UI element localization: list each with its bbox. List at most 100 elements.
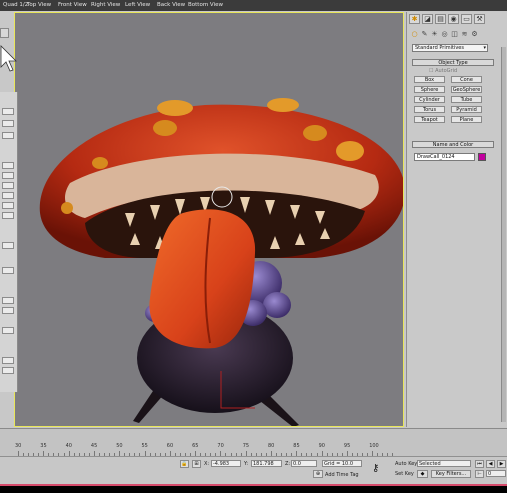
z-coord-field[interactable]: 0.0 [291, 460, 317, 467]
geometry-icon[interactable]: ○ [410, 30, 419, 39]
time-tag-icon[interactable]: ⊕ [313, 470, 323, 478]
floating-panel-stub[interactable] [0, 28, 9, 38]
timeline-tick-label: 30 [15, 443, 22, 449]
sphere-button[interactable]: Sphere [414, 86, 445, 93]
autogrid-label: AutoGrid [435, 68, 458, 74]
toolbar-button[interactable] [2, 182, 14, 189]
key-filters-button[interactable]: Key Filters... [431, 470, 471, 478]
mouse-cursor-icon [0, 45, 17, 72]
timeline-tick-label: 85 [293, 443, 300, 449]
geosphere-button[interactable]: GeoSphere [451, 86, 482, 93]
toolbar-button[interactable] [2, 132, 14, 139]
toolbar-button[interactable] [2, 242, 14, 249]
toolbar-button[interactable] [2, 367, 14, 374]
cameras-icon[interactable]: ◎ [440, 30, 449, 39]
create-tab-icon[interactable]: ✱ [409, 14, 420, 24]
toolbar-button[interactable] [2, 307, 14, 314]
spacewarps-icon[interactable]: ≋ [460, 30, 469, 39]
timeline-tick-label: 65 [192, 443, 199, 449]
menu-item-quad[interactable]: Quad 1/2 [3, 2, 28, 8]
timeline-tick-label: 40 [65, 443, 72, 449]
previous-frame-icon[interactable]: ◀ [486, 460, 495, 468]
cone-button[interactable]: Cone [451, 76, 482, 83]
menu-item-right-view[interactable]: Right View [91, 2, 120, 8]
shapes-icon[interactable]: ✎ [420, 30, 429, 39]
x-coord-label: X: [204, 461, 210, 467]
grid-size-display: Grid = 10.0 [322, 460, 362, 467]
object-color-swatch[interactable] [478, 153, 486, 161]
utilities-tab-icon[interactable]: ⚒ [474, 14, 485, 24]
toolbar-button[interactable] [2, 120, 14, 127]
play-icon[interactable]: ▶ [497, 460, 506, 468]
name-and-color-rollout-header[interactable]: Name and Color [412, 141, 494, 148]
systems-icon[interactable]: ⚙ [470, 30, 479, 39]
lights-icon[interactable]: ☀ [430, 30, 439, 39]
toolbar-button[interactable] [2, 327, 14, 334]
timeline-tick-label: 95 [343, 443, 351, 449]
viewport-menubar: Quad 1/2 Top View Front View Right View … [0, 0, 507, 11]
key-mode-icon[interactable]: ⊢ [475, 470, 484, 478]
z-coord-label: Z: [285, 461, 291, 467]
autogrid-checkbox[interactable]: ☐ AutoGrid [429, 68, 457, 74]
timeline-tick-label: 50 [116, 443, 123, 449]
plane-button[interactable]: Plane [451, 116, 482, 123]
motion-tab-icon[interactable]: ◉ [448, 14, 459, 24]
timeline-tick-label: 55 [141, 443, 148, 449]
cylinder-button[interactable]: Cylinder [414, 96, 445, 103]
toolbar-button[interactable] [2, 192, 14, 199]
object-type-rollout-header[interactable]: Object Type [412, 59, 494, 66]
toolbar-button[interactable] [2, 108, 14, 115]
mushroom-model-render [39, 98, 403, 426]
key-icon[interactable]: ⚷ [372, 463, 379, 474]
menu-item-back-view[interactable]: Back View [157, 2, 185, 8]
display-tab-icon[interactable]: ▭ [461, 14, 472, 24]
object-name-field[interactable]: DrawCall_0124 [414, 153, 475, 161]
timeline-tick-label: 70 [217, 443, 224, 449]
teapot-button[interactable]: Teapot [414, 116, 445, 123]
pyramid-button[interactable]: Pyramid [451, 106, 482, 113]
perspective-viewport[interactable] [14, 12, 404, 427]
toolbar-button[interactable] [2, 172, 14, 179]
timeline-tick-label: 60 [166, 443, 174, 449]
bottom-border [0, 484, 507, 493]
timeline-track[interactable]: 30 35 40 45 50 55 60 65 70 75 80 85 90 95 100 [0, 428, 507, 456]
modify-tab-icon[interactable]: ◪ [422, 14, 433, 24]
menu-item-top-view[interactable]: Top View [27, 2, 51, 8]
y-coord-field[interactable]: 181.798 [251, 460, 282, 467]
set-key-button[interactable]: Set Key [395, 471, 414, 477]
selection-set-value: Selected [419, 461, 441, 467]
go-to-start-icon[interactable]: ⏮ [475, 460, 484, 468]
primitive-type-dropdown[interactable]: Standard Primitives ▾ [412, 44, 488, 52]
toolbar-button[interactable] [2, 297, 14, 304]
timeline-tick-label: 75 [242, 443, 250, 449]
dropdown-value: Standard Primitives [415, 45, 464, 51]
timeline-tick-label: 35 [40, 443, 47, 449]
absolute-mode-icon[interactable]: ⊞ [192, 460, 201, 468]
tube-button[interactable]: Tube [451, 96, 482, 103]
toolbar-button[interactable] [2, 202, 14, 209]
auto-key-button[interactable]: Auto Key [395, 461, 417, 467]
toolbar-button[interactable] [2, 162, 14, 169]
torus-button[interactable]: Torus [414, 106, 445, 113]
timeline-tick-label: 80 [268, 443, 275, 449]
status-bar: 🔒 ⊞ X: -4.983 Y: 181.798 Z: 0.0 Grid = 1… [0, 456, 507, 484]
x-coord-field[interactable]: -4.983 [211, 460, 241, 467]
cap-spot [157, 100, 193, 116]
set-keys-icon[interactable]: ◆ [417, 470, 428, 478]
selection-set-dropdown[interactable]: Selected [417, 460, 471, 467]
chevron-down-icon: ▾ [483, 45, 486, 51]
helpers-icon[interactable]: ◫ [450, 30, 459, 39]
menu-item-left-view[interactable]: Left View [125, 2, 150, 8]
menu-item-bottom-view[interactable]: Bottom View [188, 2, 223, 8]
menu-item-front-view[interactable]: Front View [58, 2, 87, 8]
add-time-tag-button[interactable]: Add Time Tag [325, 472, 359, 478]
hierarchy-tab-icon[interactable]: ▤ [435, 14, 446, 24]
toolbar-button[interactable] [2, 357, 14, 364]
box-button[interactable]: Box [414, 76, 445, 83]
timeline-tick-label: 90 [318, 443, 325, 449]
lock-icon[interactable]: 🔒 [180, 460, 189, 468]
toolbar-button[interactable] [2, 212, 14, 219]
current-frame-field[interactable]: 0 [486, 470, 506, 477]
toolbar-button[interactable] [2, 267, 14, 274]
panel-scrollbar[interactable] [501, 47, 506, 422]
